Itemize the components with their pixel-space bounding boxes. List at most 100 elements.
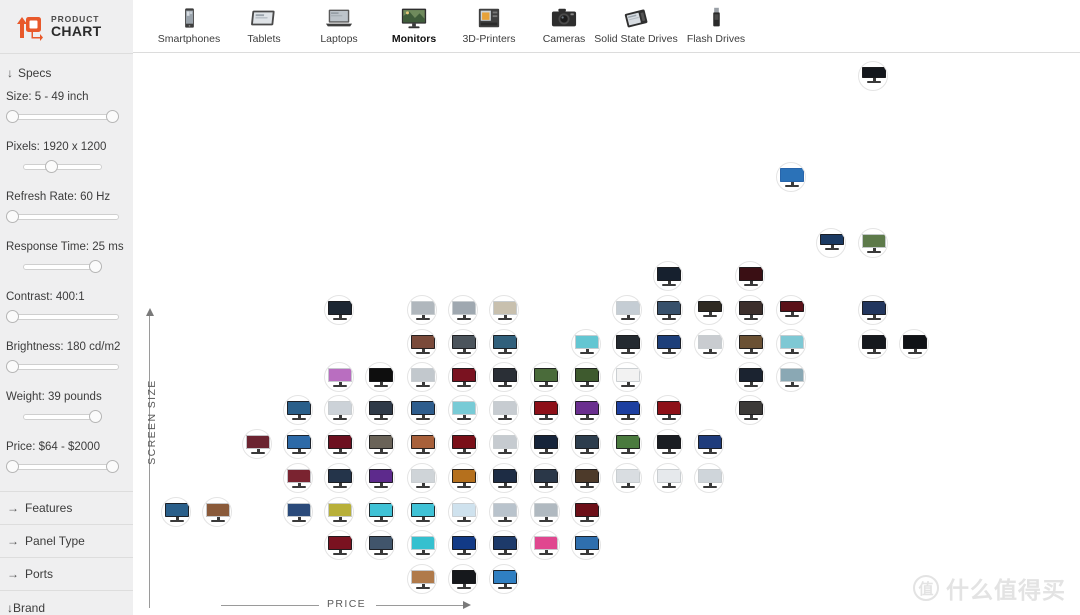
data-point[interactable]: [489, 463, 519, 493]
data-point[interactable]: [571, 530, 601, 560]
data-point[interactable]: [365, 362, 395, 392]
slider-thumb-weight[interactable]: [89, 410, 102, 423]
data-point[interactable]: [694, 329, 724, 359]
slider-pixels[interactable]: [6, 160, 119, 174]
data-point[interactable]: [448, 429, 478, 459]
data-point[interactable]: [530, 429, 560, 459]
data-point[interactable]: [448, 362, 478, 392]
data-point[interactable]: [489, 564, 519, 594]
data-point[interactable]: [283, 429, 313, 459]
data-point[interactable]: [571, 463, 601, 493]
data-point[interactable]: [735, 295, 765, 325]
data-point[interactable]: [612, 329, 642, 359]
slider-track-price[interactable]: [6, 464, 119, 470]
brand-logo[interactable]: PRODUCT CHART: [0, 0, 133, 53]
data-point[interactable]: [365, 395, 395, 425]
sidebar-section-ports[interactable]: → Ports: [0, 558, 133, 591]
data-point[interactable]: [161, 497, 191, 527]
specs-section-header[interactable]: ↓ Specs: [0, 54, 133, 91]
data-point[interactable]: [489, 329, 519, 359]
data-point[interactable]: [407, 497, 437, 527]
slider-thumb-contrast[interactable]: [6, 310, 19, 323]
data-point[interactable]: [324, 530, 354, 560]
data-point[interactable]: [653, 329, 683, 359]
data-point[interactable]: [365, 429, 395, 459]
data-point[interactable]: [407, 395, 437, 425]
data-point[interactable]: [858, 228, 888, 258]
slider-refresh-rate[interactable]: [6, 210, 119, 224]
data-point[interactable]: [448, 395, 478, 425]
data-point[interactable]: [407, 463, 437, 493]
data-point[interactable]: [407, 530, 437, 560]
data-point[interactable]: [612, 295, 642, 325]
data-point[interactable]: [858, 329, 888, 359]
data-point[interactable]: [324, 463, 354, 493]
data-point[interactable]: [530, 530, 560, 560]
data-point[interactable]: [407, 564, 437, 594]
data-point[interactable]: [776, 162, 806, 192]
data-point[interactable]: [365, 530, 395, 560]
data-point[interactable]: [735, 362, 765, 392]
data-point[interactable]: [489, 497, 519, 527]
data-point[interactable]: [448, 295, 478, 325]
data-point[interactable]: [612, 362, 642, 392]
slider-weight[interactable]: [6, 410, 119, 424]
data-point[interactable]: [571, 395, 601, 425]
data-point[interactable]: [899, 329, 929, 359]
data-point[interactable]: [448, 497, 478, 527]
slider-thumb-size-max[interactable]: [106, 110, 119, 123]
data-point[interactable]: [694, 463, 724, 493]
data-point[interactable]: [653, 295, 683, 325]
nav-item-flash-drives[interactable]: Flash Drives: [668, 4, 764, 45]
slider-size[interactable]: [6, 110, 119, 124]
data-point[interactable]: [530, 362, 560, 392]
data-point[interactable]: [283, 463, 313, 493]
data-point[interactable]: [571, 429, 601, 459]
slider-price[interactable]: [6, 460, 119, 474]
sidebar-section-panel-type[interactable]: → Panel Type: [0, 525, 133, 558]
data-point[interactable]: [365, 463, 395, 493]
slider-thumb-refresh-rate[interactable]: [6, 210, 19, 223]
data-point[interactable]: [324, 295, 354, 325]
data-point[interactable]: [858, 61, 888, 91]
data-point[interactable]: [448, 463, 478, 493]
data-point[interactable]: [283, 395, 313, 425]
slider-contrast[interactable]: [6, 310, 119, 324]
slider-track-refresh-rate[interactable]: [6, 214, 119, 220]
data-point[interactable]: [612, 463, 642, 493]
data-point[interactable]: [242, 429, 272, 459]
data-point[interactable]: [407, 429, 437, 459]
data-point[interactable]: [735, 329, 765, 359]
data-point[interactable]: [448, 329, 478, 359]
slider-response-time[interactable]: [6, 260, 119, 274]
slider-track-brightness[interactable]: [6, 364, 119, 370]
data-point[interactable]: [653, 261, 683, 291]
slider-brightness[interactable]: [6, 360, 119, 374]
slider-track-pixels[interactable]: [23, 164, 102, 170]
data-point[interactable]: [530, 395, 560, 425]
data-point[interactable]: [612, 429, 642, 459]
data-point[interactable]: [776, 329, 806, 359]
data-point[interactable]: [489, 362, 519, 392]
data-point[interactable]: [612, 395, 642, 425]
data-point[interactable]: [653, 395, 683, 425]
data-point[interactable]: [694, 295, 724, 325]
data-point[interactable]: [202, 497, 232, 527]
data-point[interactable]: [365, 497, 395, 527]
data-point[interactable]: [694, 429, 724, 459]
slider-thumb-price-max[interactable]: [106, 460, 119, 473]
data-point[interactable]: [530, 497, 560, 527]
slider-thumb-size-min[interactable]: [6, 110, 19, 123]
data-point[interactable]: [735, 261, 765, 291]
slider-thumb-response-time[interactable]: [89, 260, 102, 273]
data-point[interactable]: [530, 463, 560, 493]
brand-section-header[interactable]: ↓Brand: [0, 591, 133, 615]
data-point[interactable]: [324, 362, 354, 392]
data-point[interactable]: [653, 429, 683, 459]
data-point[interactable]: [324, 395, 354, 425]
data-point[interactable]: [407, 362, 437, 392]
slider-thumb-brightness[interactable]: [6, 360, 19, 373]
sidebar-section-features[interactable]: → Features: [0, 492, 133, 525]
data-point[interactable]: [407, 295, 437, 325]
data-point[interactable]: [776, 362, 806, 392]
